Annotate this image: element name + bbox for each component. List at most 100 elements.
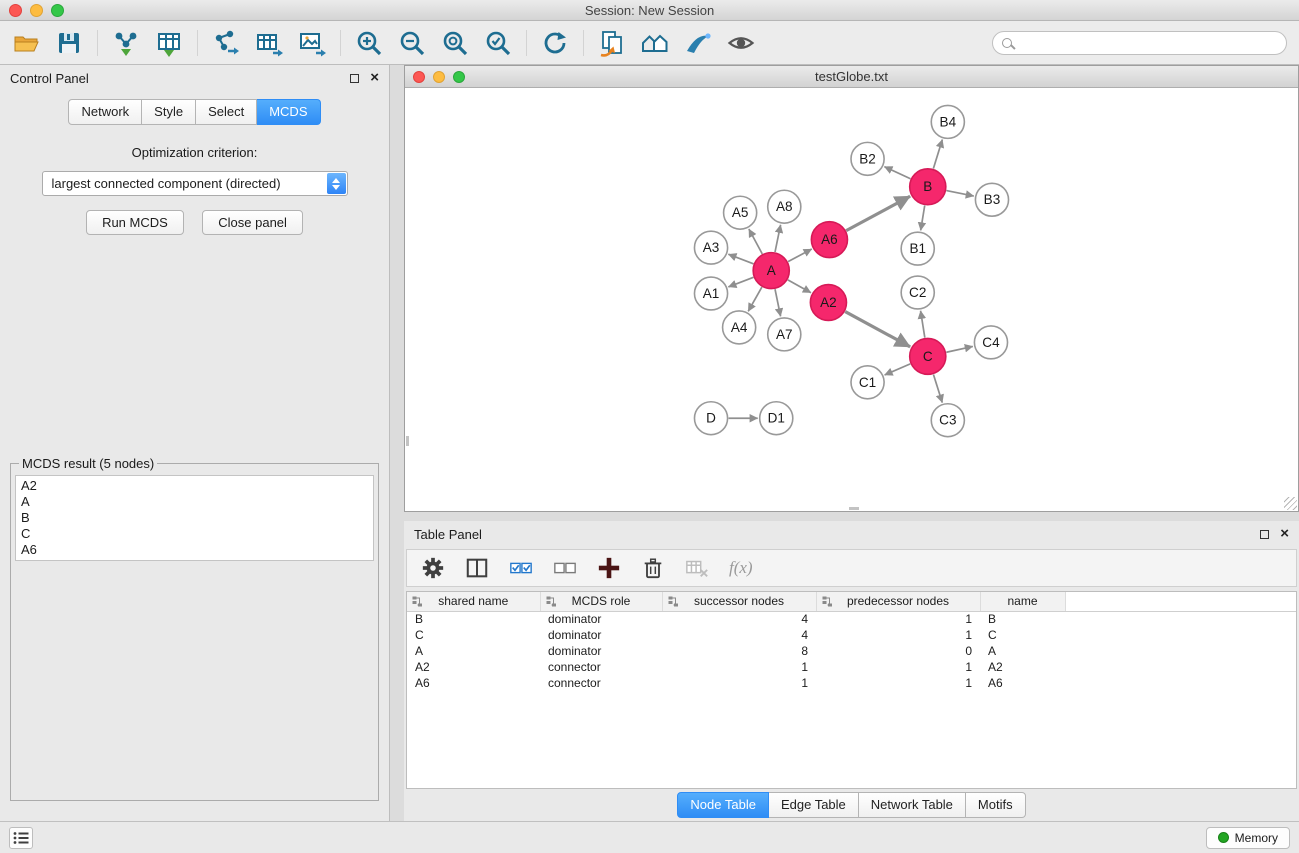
node-B[interactable]: B xyxy=(910,169,946,205)
node-D1[interactable]: D1 xyxy=(760,402,793,435)
show-columns-icon[interactable] xyxy=(465,556,489,580)
tab-motifs[interactable]: Motifs xyxy=(966,792,1026,818)
zoom-network-window-button[interactable] xyxy=(453,71,465,83)
tab-style[interactable]: Style xyxy=(142,99,196,125)
tab-select[interactable]: Select xyxy=(196,99,257,125)
unselect-all-columns-icon[interactable] xyxy=(553,556,577,580)
edge-B-B3[interactable] xyxy=(946,191,973,197)
zoom-selected-icon[interactable] xyxy=(484,29,512,57)
export-network-icon[interactable] xyxy=(212,29,240,57)
tab-node-table[interactable]: Node Table xyxy=(677,792,769,818)
edge-C-C2[interactable] xyxy=(921,311,925,338)
node-A7[interactable]: A7 xyxy=(768,318,801,351)
node-A5[interactable]: A5 xyxy=(724,196,757,229)
function-builder-icon[interactable]: f(x) xyxy=(729,558,753,578)
network-canvas[interactable]: B4B2BB3A5A8A6B1A3AA1A2C2A4A7C4CC1C3DD1 xyxy=(405,88,1298,511)
mcds-result-item[interactable]: A2 xyxy=(21,478,368,494)
node-C[interactable]: C xyxy=(910,338,946,374)
node-B2[interactable]: B2 xyxy=(851,142,884,175)
node-A[interactable]: A xyxy=(753,253,789,289)
clone-network-icon[interactable] xyxy=(598,29,626,57)
edge-A-A8[interactable] xyxy=(775,225,781,252)
mcds-result-item[interactable]: A xyxy=(21,494,368,510)
task-history-button[interactable] xyxy=(9,827,33,849)
table-row[interactable]: Bdominator41B xyxy=(407,611,1296,627)
zoom-out-icon[interactable] xyxy=(398,29,426,57)
close-panel-icon[interactable]: × xyxy=(1280,529,1289,539)
edge-A6-B[interactable] xyxy=(846,196,910,230)
edge-C-C4[interactable] xyxy=(946,346,972,352)
edge-A-A6[interactable] xyxy=(788,249,812,262)
tab-network[interactable]: Network xyxy=(68,99,142,125)
table-row[interactable]: Cdominator41C xyxy=(407,627,1296,643)
close-panel-button[interactable]: Close panel xyxy=(202,210,303,235)
node-A6[interactable]: A6 xyxy=(811,222,847,258)
edge-A-A2[interactable] xyxy=(788,280,811,293)
mcds-result-item[interactable]: B xyxy=(21,510,368,526)
node-A4[interactable]: A4 xyxy=(723,311,756,344)
float-panel-icon[interactable] xyxy=(1260,530,1269,539)
node-D[interactable]: D xyxy=(694,402,727,435)
node-C4[interactable]: C4 xyxy=(974,326,1007,359)
show-hide-panels-icon[interactable] xyxy=(641,29,669,57)
table-row[interactable]: Adominator80A xyxy=(407,643,1296,659)
edge-A-A7[interactable] xyxy=(775,289,781,316)
export-table-icon[interactable] xyxy=(255,29,283,57)
show-graphics-details-icon[interactable] xyxy=(727,29,755,57)
node-A3[interactable]: A3 xyxy=(694,231,727,264)
select-all-columns-icon[interactable] xyxy=(509,556,533,580)
memory-button[interactable]: Memory xyxy=(1206,827,1290,849)
minimize-window-button[interactable] xyxy=(30,4,43,17)
mcds-result-item[interactable]: A6 xyxy=(21,542,368,558)
minimize-network-window-button[interactable] xyxy=(433,71,445,83)
edge-A2-C[interactable] xyxy=(845,312,910,347)
edge-B-B4[interactable] xyxy=(933,140,942,169)
node-C1[interactable]: C1 xyxy=(851,366,884,399)
column-header-predecessor-nodes[interactable]: predecessor nodes xyxy=(816,592,980,611)
tab-mcds[interactable]: MCDS xyxy=(257,99,320,125)
node-A1[interactable]: A1 xyxy=(694,277,727,310)
add-column-icon[interactable] xyxy=(597,556,621,580)
edge-A-A4[interactable] xyxy=(748,287,762,311)
tab-edge-table[interactable]: Edge Table xyxy=(769,792,859,818)
refresh-icon[interactable] xyxy=(541,29,569,57)
edge-B-B1[interactable] xyxy=(921,205,925,230)
edge-C-C1[interactable] xyxy=(885,364,911,375)
import-table-file-icon[interactable] xyxy=(155,29,183,57)
edge-B-B2[interactable] xyxy=(884,167,910,179)
open-folder-icon[interactable] xyxy=(12,29,40,57)
column-header-successor-nodes[interactable]: successor nodes xyxy=(662,592,816,611)
search-box[interactable] xyxy=(992,31,1287,55)
edge-A-A1[interactable] xyxy=(728,277,753,287)
edge-C-C3[interactable] xyxy=(933,374,942,402)
node-B4[interactable]: B4 xyxy=(931,105,964,138)
apply-style-icon[interactable] xyxy=(684,29,712,57)
column-header-name[interactable]: name xyxy=(980,592,1065,611)
close-window-button[interactable] xyxy=(9,4,22,17)
search-input[interactable] xyxy=(1018,36,1277,50)
export-image-icon[interactable] xyxy=(298,29,326,57)
column-header-mcds-role[interactable]: MCDS role xyxy=(540,592,662,611)
node-A8[interactable]: A8 xyxy=(768,190,801,223)
zoom-fit-icon[interactable] xyxy=(441,29,469,57)
table-row[interactable]: A2connector11A2 xyxy=(407,659,1296,675)
node-A2[interactable]: A2 xyxy=(810,285,846,321)
mcds-result-list[interactable]: A2ABCA6 xyxy=(15,475,374,561)
network-graph[interactable]: B4B2BB3A5A8A6B1A3AA1A2C2A4A7C4CC1C3DD1 xyxy=(405,88,1298,511)
node-C3[interactable]: C3 xyxy=(931,404,964,437)
edge-A-A3[interactable] xyxy=(728,254,753,264)
zoom-in-icon[interactable] xyxy=(355,29,383,57)
close-network-window-button[interactable] xyxy=(413,71,425,83)
optimization-criterion-dropdown[interactable]: largest connected component (directed) xyxy=(42,171,348,196)
save-session-icon[interactable] xyxy=(55,29,83,57)
delete-column-trash-icon[interactable] xyxy=(641,556,665,580)
close-panel-icon[interactable]: × xyxy=(370,73,379,83)
tab-network-table[interactable]: Network Table xyxy=(859,792,966,818)
run-mcds-button[interactable]: Run MCDS xyxy=(86,210,184,235)
mcds-result-item[interactable]: C xyxy=(21,526,368,542)
float-panel-icon[interactable] xyxy=(350,74,359,83)
edge-A-A5[interactable] xyxy=(749,229,762,254)
node-C2[interactable]: C2 xyxy=(901,276,934,309)
resize-corner-handle[interactable] xyxy=(1284,497,1297,510)
node-B1[interactable]: B1 xyxy=(901,232,934,265)
